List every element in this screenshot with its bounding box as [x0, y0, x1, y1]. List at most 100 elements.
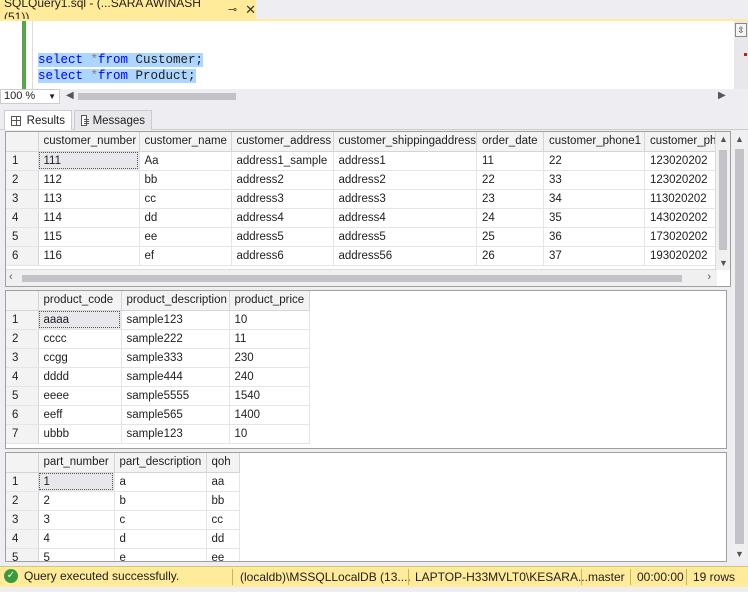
row-number[interactable]: 5 [6, 227, 39, 247]
scroll-down-icon[interactable]: ▼ [719, 258, 728, 268]
row-number[interactable]: 1 [6, 151, 39, 171]
table-cell[interactable]: 173020202 [644, 227, 724, 247]
table-cell[interactable]: 33 [543, 170, 645, 190]
row-number[interactable]: 2 [6, 170, 39, 190]
row-number-header[interactable] [6, 453, 39, 473]
table-cell[interactable]: 11 [476, 151, 544, 171]
scroll-right-icon[interactable]: ▶ [718, 90, 726, 101]
table-cell[interactable]: 24 [476, 208, 544, 228]
table-cell[interactable]: address1 [333, 151, 477, 171]
grid-horizontal-scrollbar[interactable]: ‹ › [6, 269, 717, 286]
table-cell[interactable]: 143020202 [644, 208, 724, 228]
table-row[interactable]: 3 ccgg sample333 230 [6, 348, 310, 368]
grid-vertical-scrollbar[interactable]: ▲ ▼ [715, 132, 730, 270]
results-vertical-scrollbar[interactable]: ▲ ▼ [732, 131, 747, 562]
scroll-left-icon[interactable]: ‹ [9, 271, 13, 283]
table-cell[interactable]: sample5555 [121, 386, 230, 406]
table-cell[interactable]: cc [139, 189, 232, 209]
table-row[interactable]: 5 115 ee address5 address5 25 36 173020202 [6, 227, 724, 247]
table-cell[interactable]: 3 [38, 510, 115, 530]
table-cell[interactable]: 111 [38, 151, 140, 171]
editor-vertical-scrollbar[interactable]: ⇳ [734, 21, 748, 89]
table-cell[interactable]: ee [206, 548, 240, 561]
row-number[interactable]: 3 [6, 189, 39, 209]
table-cell[interactable]: address5 [333, 227, 477, 247]
column-header[interactable]: part_number [38, 453, 115, 473]
table-cell[interactable]: address4 [333, 208, 477, 228]
table-row[interactable]: 2 cccc sample222 11 [6, 329, 310, 349]
column-header[interactable]: qoh [206, 453, 240, 473]
row-number-header[interactable] [6, 291, 39, 311]
column-header[interactable]: part_description [114, 453, 207, 473]
table-cell[interactable]: sample222 [121, 329, 230, 349]
code-area[interactable]: select *from Customer; select *from Prod… [38, 52, 204, 84]
row-number[interactable]: 6 [6, 405, 39, 425]
table-cell[interactable]: 113 [38, 189, 140, 209]
table-cell[interactable]: address6 [231, 246, 334, 266]
scroll-left-icon[interactable]: ◀ [66, 90, 74, 101]
table-cell[interactable]: eeee [38, 386, 122, 406]
table-cell[interactable]: 1 [38, 472, 115, 492]
table-cell[interactable]: sample123 [121, 424, 230, 444]
table-cell[interactable]: 112 [38, 170, 140, 190]
column-header[interactable]: product_description [121, 291, 230, 311]
tab-messages[interactable]: Messages [74, 110, 152, 130]
table-cell[interactable]: 4 [38, 529, 115, 549]
table-cell[interactable]: dd [206, 529, 240, 549]
table-cell[interactable]: 114 [38, 208, 140, 228]
table-cell[interactable]: 2 [38, 491, 115, 511]
table-cell[interactable]: 37 [543, 246, 645, 266]
scroll-up-icon[interactable]: ▲ [719, 134, 728, 144]
table-cell[interactable]: 22 [543, 151, 645, 171]
table-cell[interactable]: ubbb [38, 424, 122, 444]
table-cell[interactable]: ef [139, 246, 232, 266]
scroll-up-icon[interactable]: ▲ [735, 134, 744, 144]
close-icon[interactable]: ✕ [245, 2, 256, 18]
table-cell[interactable]: cccc [38, 329, 122, 349]
table-cell[interactable]: cc [206, 510, 240, 530]
product-results-grid[interactable]: product_code product_description product_p… [5, 290, 727, 449]
split-window-icon[interactable]: ⇳ [735, 23, 747, 37]
table-row[interactable]: 4 4 d dd [6, 529, 240, 549]
table-row[interactable]: 6 116 ef address6 address56 26 37 193020202 [6, 246, 724, 266]
column-header[interactable]: product_code [38, 291, 122, 311]
row-number[interactable]: 4 [6, 529, 39, 549]
scroll-thumb[interactable] [22, 275, 682, 282]
table-cell[interactable]: 35 [543, 208, 645, 228]
table-cell[interactable]: 34 [543, 189, 645, 209]
table-cell[interactable]: 36 [543, 227, 645, 247]
table-cell[interactable]: address5 [231, 227, 334, 247]
table-cell[interactable]: 1540 [229, 386, 310, 406]
table-cell[interactable]: ee [139, 227, 232, 247]
row-number-header[interactable] [6, 132, 39, 152]
column-header[interactable]: product_price [229, 291, 310, 311]
column-header[interactable]: customer_number [38, 132, 140, 152]
row-number[interactable]: 5 [6, 386, 39, 406]
table-cell[interactable]: address2 [231, 170, 334, 190]
column-header[interactable]: order_date [476, 132, 544, 152]
row-number[interactable]: 2 [6, 329, 39, 349]
table-cell[interactable]: 116 [38, 246, 140, 266]
table-row[interactable]: 2 112 bb address2 address2 22 33 123020202 [6, 170, 724, 190]
row-number[interactable]: 4 [6, 367, 39, 387]
scroll-thumb[interactable] [735, 149, 744, 544]
table-cell[interactable]: sample333 [121, 348, 230, 368]
table-cell[interactable]: 25 [476, 227, 544, 247]
table-cell[interactable]: dd [139, 208, 232, 228]
table-cell[interactable]: address56 [333, 246, 477, 266]
table-cell[interactable]: eeff [38, 405, 122, 425]
table-cell[interactable]: 115 [38, 227, 140, 247]
table-cell[interactable]: 230 [229, 348, 310, 368]
part-results-grid[interactable]: part_number part_description qoh 1 1 a aa 2 2 b b… [5, 452, 727, 562]
table-cell[interactable]: Aa [139, 151, 232, 171]
table-cell[interactable]: aaaa [38, 310, 122, 330]
column-header[interactable]: customer_phone1 [543, 132, 645, 152]
column-header[interactable]: customer_shippingaddress [333, 132, 477, 152]
table-row[interactable]: 2 2 b bb [6, 491, 240, 511]
table-row[interactable]: 5 eeee sample5555 1540 [6, 386, 310, 406]
row-number[interactable]: 1 [6, 310, 39, 330]
table-cell[interactable]: 123020202 [644, 170, 724, 190]
row-number[interactable]: 3 [6, 348, 39, 368]
table-cell[interactable]: ccgg [38, 348, 122, 368]
table-row[interactable]: 1 aaaa sample123 10 [6, 310, 310, 330]
